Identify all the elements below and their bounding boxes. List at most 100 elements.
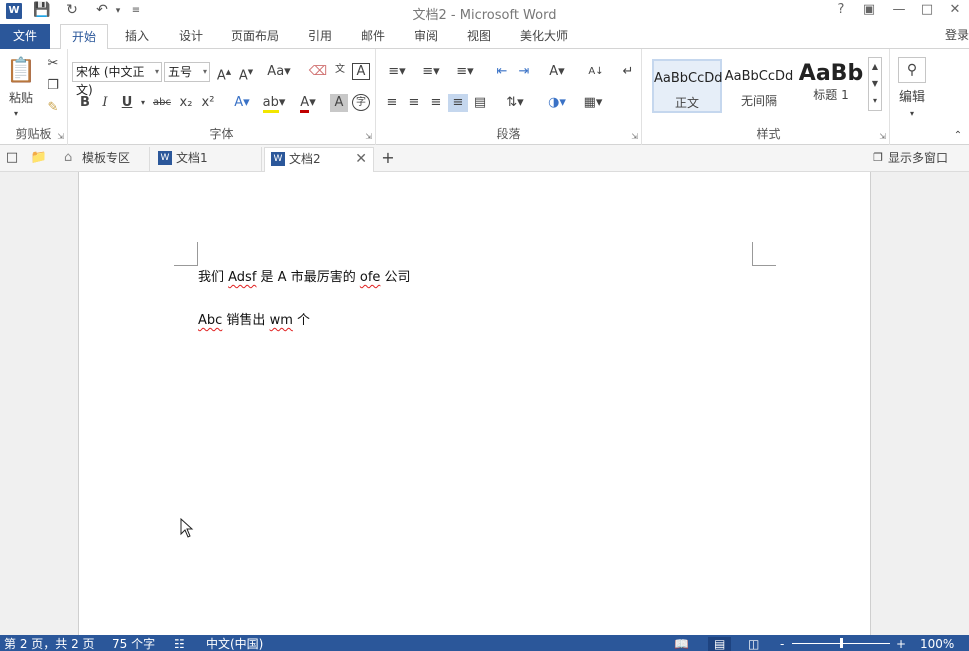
font-name-select[interactable]: 宋体 (中文正文) ▾	[72, 62, 162, 97]
phonetic-guide-icon[interactable]: 文	[330, 61, 350, 79]
font-size-select[interactable]: 五号 ▾	[164, 62, 210, 82]
close-tab-icon[interactable]: ✕	[355, 148, 367, 170]
styles-launcher-icon[interactable]: ⇲	[879, 132, 886, 141]
document-tab-bar: □ 📁 ⌂ 模板专区 W 文档1 W 文档2 ✕ + ❐ 显示多窗口	[0, 145, 969, 172]
login-link[interactable]: 登录	[945, 26, 969, 43]
margin-corner-mark	[174, 242, 198, 266]
clipboard-launcher-icon[interactable]: ⇲	[57, 132, 64, 141]
show-marks-icon[interactable]: ↵	[618, 63, 638, 81]
doc-tab-document2[interactable]: W 文档2 ✕	[264, 147, 374, 172]
proofing-icon[interactable]: ☷	[174, 637, 185, 651]
paragraph-launcher-icon[interactable]: ⇲	[631, 132, 638, 141]
tab-beautify[interactable]: 美化大师	[510, 24, 578, 49]
character-border-icon[interactable]: A	[352, 63, 370, 80]
align-center-icon[interactable]: ≡	[404, 94, 424, 112]
close-button[interactable]: ✕	[944, 2, 966, 17]
collapse-ribbon-icon[interactable]: ⌃	[950, 127, 966, 145]
show-multi-window-button[interactable]: 显示多窗口	[888, 149, 952, 167]
chevron-down-icon: ▾	[154, 67, 159, 76]
shading-icon[interactable]: ◑▾	[542, 94, 572, 112]
tab-insert[interactable]: 插入	[114, 24, 160, 49]
bullets-icon[interactable]: ≡▾	[382, 63, 412, 81]
align-right-icon[interactable]: ≡	[426, 94, 446, 112]
help-button[interactable]: ?	[830, 2, 852, 17]
numbering-icon[interactable]: ≡▾	[416, 63, 446, 81]
styles-scroll-icon[interactable]: ▲ ▼ ▾	[868, 57, 882, 111]
ribbon-tab-row: 文件 开始 插入 设计 页面布局 引用 邮件 审阅 视图 美化大师 登录	[0, 24, 969, 50]
document-line-1[interactable]: 我们 Adsf 是 A 市最厉害的 ofe 公司	[198, 266, 411, 285]
page-count[interactable]: 第 2 页，共 2 页	[4, 637, 95, 651]
borders-icon[interactable]: ▦▾	[578, 94, 608, 112]
chinese-layout-icon[interactable]: A▾	[542, 63, 572, 81]
shrink-font-icon[interactable]: A▼	[236, 63, 256, 85]
zoom-slider-handle[interactable]	[840, 638, 843, 648]
tab-design[interactable]: 设计	[168, 24, 214, 49]
format-painter-icon[interactable]: ✎	[44, 99, 62, 117]
font-name-value: 宋体 (中文正文)	[76, 65, 145, 97]
document-line-2[interactable]: Abc 销售出 wm 个	[198, 309, 310, 328]
strikethrough-button[interactable]: abc	[150, 94, 174, 112]
font-color-icon[interactable]: A▾	[294, 94, 322, 113]
multilevel-list-icon[interactable]: ≡▾	[450, 63, 480, 81]
style-no-spacing[interactable]: AaBbCcDd 无间隔	[724, 59, 794, 113]
subscript-button[interactable]: x₂	[176, 94, 196, 112]
document-page[interactable]: 我们 Adsf 是 A 市最厉害的 ofe 公司 Abc 销售出 wm 个	[78, 172, 871, 635]
multi-window-icon[interactable]: ❐	[870, 149, 886, 167]
tab-references[interactable]: 引用	[298, 24, 342, 49]
copy-icon[interactable]: ❐	[44, 77, 62, 95]
tab-review[interactable]: 审阅	[404, 24, 448, 49]
word-doc-icon: W	[271, 152, 285, 166]
tab-mailings[interactable]: 邮件	[350, 24, 396, 49]
line-spacing-icon[interactable]: ⇅▾	[500, 94, 530, 112]
doc-tab-document1[interactable]: W 文档1	[152, 147, 262, 171]
read-mode-icon[interactable]: 📖	[674, 637, 689, 651]
editing-dropdown-icon[interactable]: ▾	[904, 105, 920, 123]
tab-home[interactable]: 开始	[60, 24, 108, 50]
word-count[interactable]: 75 个字	[112, 637, 155, 651]
new-document-icon[interactable]: □	[4, 149, 20, 167]
doc-tab-templates[interactable]: ⌂ 模板专区	[58, 147, 150, 171]
tab-view[interactable]: 视图	[456, 24, 502, 49]
minimize-button[interactable]: —	[888, 2, 910, 17]
line1-misspelled-word: ofe	[359, 270, 381, 285]
text-effects-icon[interactable]: A▾	[228, 94, 256, 112]
tab-file[interactable]: 文件	[0, 24, 50, 49]
justify-icon[interactable]: ≡	[448, 94, 468, 112]
underline-button[interactable]: U	[118, 94, 136, 112]
superscript-button[interactable]: x²	[198, 94, 218, 112]
underline-dropdown-icon[interactable]: ▾	[138, 94, 148, 112]
align-left-icon[interactable]: ≡	[382, 94, 402, 112]
zoom-in-button[interactable]: +	[896, 637, 906, 651]
print-layout-icon[interactable]: ▤	[708, 637, 732, 651]
clear-formatting-icon[interactable]: ⌫	[308, 63, 328, 81]
paste-button[interactable]: 粘贴	[4, 89, 38, 107]
find-icon[interactable]: ⚲	[898, 57, 926, 83]
language-indicator[interactable]: 中文(中国)	[206, 637, 263, 651]
highlight-color-icon[interactable]: ab▾	[260, 94, 288, 113]
web-layout-icon[interactable]: ◫	[748, 637, 759, 651]
character-shading-icon[interactable]: A	[330, 94, 348, 112]
italic-button[interactable]: I	[96, 94, 114, 112]
sort-icon[interactable]: A↓	[586, 63, 606, 81]
decrease-indent-icon[interactable]: ⇤	[492, 63, 512, 81]
enclose-characters-icon[interactable]: 字	[352, 94, 370, 111]
grow-font-icon[interactable]: A▲	[214, 63, 234, 85]
style-heading-1[interactable]: AaBb 标题 1	[796, 59, 866, 113]
distributed-icon[interactable]: ▤	[470, 94, 490, 112]
add-tab-icon[interactable]: +	[378, 149, 398, 167]
change-case-icon[interactable]: Aa▾	[264, 63, 294, 81]
tab-page-layout[interactable]: 页面布局	[222, 24, 288, 49]
ribbon-display-options-icon[interactable]: ▣	[858, 2, 880, 17]
zoom-out-button[interactable]: -	[780, 637, 784, 651]
style-normal[interactable]: AaBbCcDd 正文	[652, 59, 723, 113]
bold-button[interactable]: B	[76, 94, 94, 112]
paste-icon[interactable]: 📋	[6, 55, 36, 85]
cut-icon[interactable]: ✂	[44, 55, 62, 73]
folder-icon[interactable]: 📁	[30, 149, 48, 167]
font-group: 宋体 (中文正文) ▾ 五号 ▾ A▲ A▼ Aa▾ ⌫ 文 A B I U ▾…	[68, 49, 376, 145]
font-launcher-icon[interactable]: ⇲	[365, 132, 372, 141]
maximize-button[interactable]: □	[916, 2, 938, 17]
paste-dropdown-icon[interactable]: ▾	[14, 105, 18, 123]
increase-indent-icon[interactable]: ⇥	[514, 63, 534, 81]
zoom-level[interactable]: 100%	[920, 637, 954, 651]
